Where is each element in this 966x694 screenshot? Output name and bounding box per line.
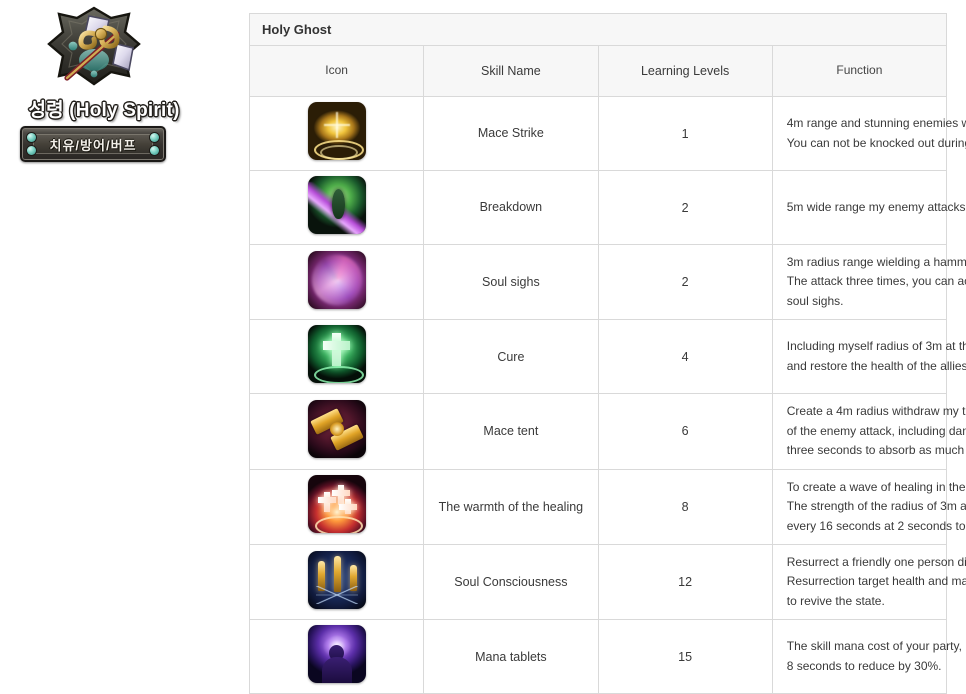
skill-function: 5m wide range my enemy attacks. — [771, 170, 966, 245]
class-emblem-panel: 성령 (Holy Spirit) 치유/방어/버프 — [0, 0, 240, 180]
skill-icon-cell — [248, 619, 425, 694]
skill-icon-cell — [248, 543, 425, 621]
skill-function: 3m radius range wielding a hammer to my … — [771, 243, 966, 321]
role-badge-inner: 치유/방어/버프 — [33, 134, 153, 154]
skill-table-container: Holy Ghost Icon Skill Name Learning Leve… — [248, 13, 966, 694]
skill-icon-cell — [248, 393, 425, 470]
skill-name: Mace tent — [423, 393, 599, 470]
warmth-of-the-healing-icon — [307, 475, 366, 534]
skill-name: Cure — [423, 319, 599, 395]
table-row: Soul Consciousness 12 Resurrect a friend… — [248, 543, 966, 621]
badge-gem-icon — [150, 146, 159, 155]
skill-function: The skill mana cost of your party, inclu… — [771, 619, 966, 694]
role-badge-label: 치유/방어/버프 — [49, 137, 137, 153]
table-row: Mace tent 6 Create a 4m radius withdraw … — [248, 393, 966, 470]
role-badge: 치유/방어/버프 — [20, 126, 166, 162]
skill-level: 4 — [597, 319, 773, 395]
table-caption: Holy Ghost — [249, 13, 947, 46]
table-row: Mace Strike 1 4m range and stunning enem… — [248, 96, 966, 171]
skill-level: 8 — [597, 468, 773, 545]
badge-gem-icon — [150, 133, 159, 142]
skill-level: 15 — [597, 619, 773, 694]
table-row: Cure 4 Including myself radius of 3m at … — [248, 319, 966, 395]
skill-level: 2 — [597, 170, 773, 245]
column-header-skill-name: Skill Name — [423, 45, 599, 97]
mace-strike-icon — [307, 102, 366, 160]
skill-icon-cell — [248, 170, 425, 245]
table-row: Breakdown 2 5m wide range my enemy attac… — [248, 170, 966, 245]
skill-function: Resurrect a friendly one person died in … — [771, 543, 966, 621]
soul-consciousness-icon — [307, 550, 366, 609]
table-caption-row: Holy Ghost — [249, 13, 947, 46]
class-title: 성령 (Holy Spirit) — [28, 100, 180, 121]
skill-level: 12 — [597, 543, 773, 621]
column-header-learning-levels: Learning Levels — [597, 45, 773, 97]
table-header-row: Icon Skill Name Learning Levels Function — [248, 45, 948, 97]
skill-name: Soul Consciousness — [423, 543, 599, 621]
skill-level: 1 — [597, 96, 773, 171]
table-row: The warmth of the healing 8 To create a … — [248, 468, 966, 545]
soul-sighs-icon — [307, 250, 366, 309]
skill-icon-cell — [248, 96, 425, 171]
skill-level: 2 — [597, 243, 773, 321]
column-header-icon: Icon — [248, 45, 425, 97]
skill-icon-cell — [248, 319, 425, 395]
skill-function: Create a 4m radius withdraw my tent at a… — [771, 393, 966, 470]
table-row: Mana tablets 15 The skill mana cost of y… — [248, 619, 966, 694]
table-row: Soul sighs 2 3m radius range wielding a … — [248, 243, 966, 321]
skill-name: Soul sighs — [423, 243, 599, 321]
skill-function: Including myself radius of 3m at the spe… — [771, 319, 966, 395]
skill-icon-cell — [248, 468, 425, 545]
holy-spirit-mace-crest-icon — [33, 4, 155, 104]
skill-name: The warmth of the healing — [423, 468, 599, 545]
badge-gem-icon — [27, 133, 36, 142]
cure-icon — [307, 325, 366, 384]
skill-name: Mace Strike — [423, 96, 599, 171]
column-header-function: Function — [771, 45, 948, 97]
skill-function: 4m range and stunning enemies within 2 s… — [771, 96, 966, 171]
skill-function: To create a wave of healing in the speci… — [771, 468, 966, 545]
skill-icon-cell — [248, 243, 425, 321]
skill-level: 6 — [597, 393, 773, 470]
badge-gem-icon — [27, 146, 36, 155]
mace-tent-icon — [307, 399, 366, 458]
skill-name: Mana tablets — [423, 619, 599, 694]
breakdown-icon — [307, 176, 366, 234]
skill-table: Holy Ghost Icon Skill Name Learning Leve… — [248, 13, 966, 694]
skill-name: Breakdown — [423, 170, 599, 245]
